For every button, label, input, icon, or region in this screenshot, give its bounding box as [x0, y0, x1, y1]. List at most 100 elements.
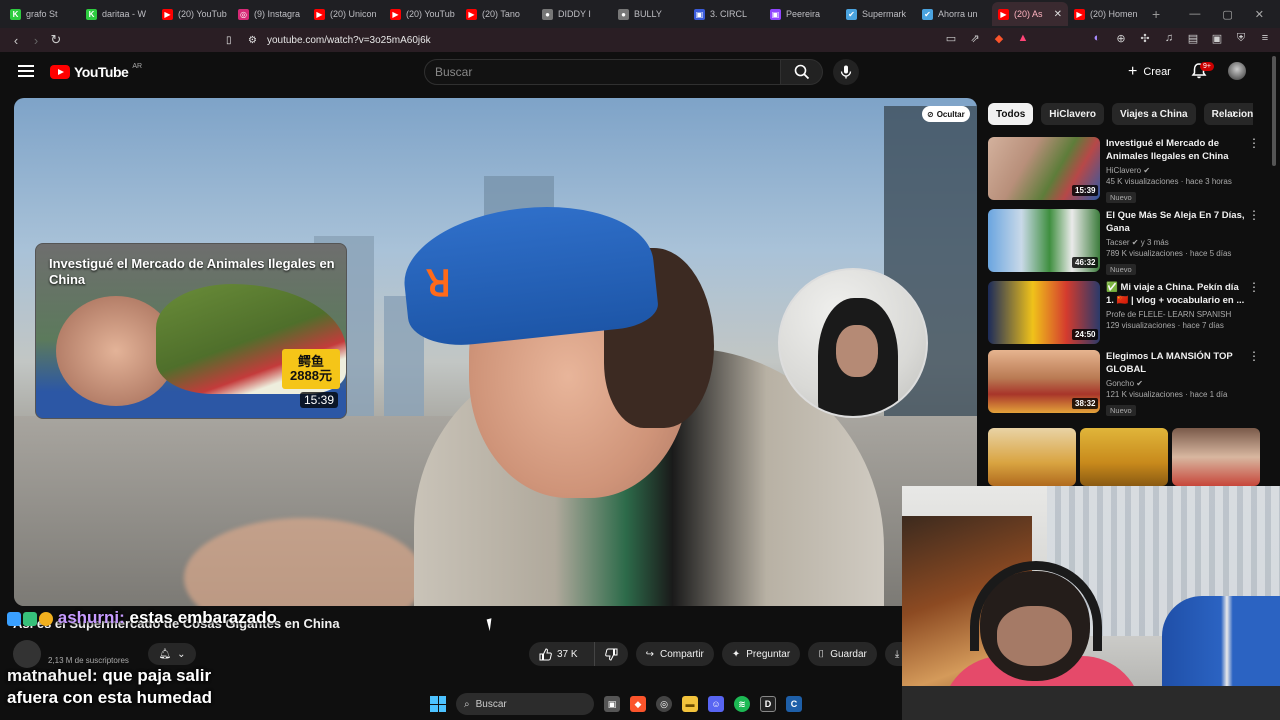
new-tab-button[interactable]: + [1144, 6, 1168, 22]
video-title[interactable]: Elegimos LA MANSIÓN TOP GLOBAL [1106, 350, 1246, 376]
taskbar-search[interactable]: ⌕ Buscar [456, 693, 594, 715]
extension-icon[interactable]: ⊕ [1114, 32, 1128, 45]
browser-tab[interactable]: ▶ (20) As ✕ [992, 2, 1068, 26]
share-page-icon[interactable]: ⇗ [968, 32, 982, 45]
tab-favicon-icon: ▶ [162, 8, 173, 20]
discord-icon[interactable]: ☺ [708, 696, 724, 712]
bookmark-icon[interactable]: ▯ [226, 35, 232, 46]
thumbs-up-icon [539, 647, 552, 660]
forward-icon[interactable]: › [26, 33, 46, 48]
recommended-video[interactable]: 38:32 Elegimos LA MANSIÓN TOP GLOBAL Gon… [988, 350, 1260, 416]
url-field[interactable]: ▯ ⚙ youtube.com/watch?v=3o25mA60j6k [226, 32, 431, 48]
dislike-button[interactable] [593, 642, 628, 666]
endscreen-video-card[interactable]: Investigué el Mercado de Animales Ilegal… [35, 243, 347, 419]
app-icon[interactable]: C [786, 696, 802, 712]
filter-chip[interactable]: HiClavero [1041, 103, 1104, 125]
close-tab-icon[interactable]: ✕ [1054, 9, 1062, 20]
endscreen-channel-circle[interactable] [778, 268, 928, 418]
menu-icon[interactable]: ≡ [1258, 32, 1272, 45]
recommended-video[interactable]: 46:32 El Que Más Se Aleja En 7 Días, Gan… [988, 209, 1260, 275]
create-button[interactable]: + Crear [1122, 61, 1177, 83]
browser-tab[interactable]: ▣ 3. CIRCL [688, 2, 764, 26]
video-title[interactable]: El Que Más Se Aleja En 7 Días, Gana [1106, 209, 1246, 235]
filter-chip[interactable]: Todos [988, 103, 1034, 125]
brave-shield-icon[interactable]: ◆ [992, 32, 1006, 45]
like-button[interactable]: 37 K [529, 642, 588, 666]
windows-start-icon[interactable] [430, 696, 446, 712]
more-options-icon[interactable]: ⋮ [1248, 350, 1260, 362]
browser-tab[interactable]: ▣ Peereira [764, 2, 840, 26]
endcard-duration: 15:39 [299, 392, 338, 408]
tab-label: daritaa - W [102, 9, 147, 19]
chrome-icon[interactable]: ◎ [656, 696, 672, 712]
share-button[interactable]: ↪ Compartir [635, 642, 714, 666]
subscription-bell-button[interactable]: 🔔︎ ⌄ [148, 643, 196, 665]
voice-search-button[interactable] [833, 59, 859, 85]
brave-icon[interactable]: ◆ [630, 696, 646, 712]
browser-tab[interactable]: Kgrafo St [4, 2, 80, 26]
ask-label: Preguntar [746, 648, 791, 660]
browser-tab[interactable]: ▶ (20) Homen [1068, 2, 1144, 26]
brave-rewards-icon[interactable]: ▲ [1016, 32, 1030, 45]
extension-icon[interactable]: ◐ [1090, 32, 1104, 45]
channel-name[interactable]: Goncho ✔ [1106, 378, 1246, 389]
search-button[interactable] [781, 59, 823, 85]
browser-tab[interactable]: ✔ Ahorra un [916, 2, 992, 26]
video-title[interactable]: Investigué el Mercado de Animales Ilegal… [1106, 137, 1246, 163]
shorts-row [988, 428, 1260, 486]
more-options-icon[interactable]: ⋮ [1248, 209, 1260, 221]
save-button[interactable]: ⌷ Guardar [808, 642, 877, 666]
scrollbar-thumb[interactable] [1272, 56, 1276, 166]
account-avatar[interactable] [1228, 62, 1246, 80]
browser-tab[interactable]: ◎ (9) Instagra [232, 2, 308, 26]
chat-message: matnahuel: que paja salir afuera con est… [7, 665, 237, 709]
youtube-logo[interactable]: YouTube AR [50, 63, 142, 80]
video-info: El Que Más Se Aleja En 7 Días, Gana Tacs… [1106, 209, 1246, 277]
browser-tab[interactable]: ▶ (20) YouTub [156, 2, 232, 26]
vpn-icon[interactable]: ⛨ [1234, 32, 1248, 45]
download-button[interactable]: ⤓ D [884, 642, 903, 666]
minimize-icon[interactable]: — [1189, 8, 1200, 21]
chevron-right-icon[interactable]: › [1232, 106, 1248, 122]
wallet-icon[interactable]: ▣ [1210, 32, 1224, 45]
new-badge: Nuevo [1106, 405, 1136, 416]
channel-name[interactable]: Tacser ✔ y 3 más [1106, 237, 1246, 248]
browser-tab[interactable]: ✔ Supermark [840, 2, 916, 26]
more-options-icon[interactable]: ⋮ [1248, 281, 1260, 293]
site-info-icon[interactable]: ⚙ [248, 35, 257, 46]
back-icon[interactable]: ‹ [6, 33, 26, 48]
sidebar-icon[interactable]: ▤ [1186, 32, 1200, 45]
recommended-video[interactable]: 15:39 Investigué el Mercado de Animales … [988, 137, 1260, 203]
filter-chip[interactable]: Viajes a China [1111, 103, 1196, 125]
app-icon[interactable]: D [760, 696, 776, 712]
puzzle-icon[interactable]: ✣ [1138, 32, 1152, 45]
channel-name[interactable]: Profe de FLELE- LEARN SPANISH [1106, 309, 1246, 320]
menu-icon[interactable] [18, 65, 34, 77]
browser-tab[interactable]: ▶ (20) Unicon [308, 2, 384, 26]
short-thumbnail[interactable] [1172, 428, 1260, 486]
search-input[interactable]: Buscar [424, 59, 781, 85]
channel-name[interactable]: HiClavero ✔ [1106, 165, 1246, 176]
music-icon[interactable]: ♫ [1162, 32, 1176, 45]
recommended-video[interactable]: 24:50 ✅ Mi viaje a China. Pekín día 1. 🇨… [988, 281, 1260, 345]
file-explorer-icon[interactable]: ▬ [682, 696, 698, 712]
browser-tab[interactable]: ● BULLY [612, 2, 688, 26]
short-thumbnail[interactable] [988, 428, 1076, 486]
ask-button[interactable]: ✦ Preguntar [721, 642, 801, 666]
video-title[interactable]: ✅ Mi viaje a China. Pekín día 1. 🇨🇳 | vl… [1106, 281, 1246, 307]
browser-tab[interactable]: ● DIDDY I [536, 2, 612, 26]
hide-endcards-button[interactable]: ⊘ Ocultar [922, 106, 970, 122]
more-options-icon[interactable]: ⋮ [1248, 137, 1260, 149]
browser-tab[interactable]: ▶ (20) YouTub [384, 2, 460, 26]
maximize-icon[interactable]: ▢ [1222, 8, 1232, 21]
screen-icon[interactable]: ▭ [944, 32, 958, 45]
close-window-icon[interactable]: ✕ [1255, 8, 1264, 21]
browser-tab[interactable]: Kdaritaa - W [80, 2, 156, 26]
channel-avatar[interactable] [13, 640, 41, 668]
short-thumbnail[interactable] [1080, 428, 1168, 486]
browser-tab[interactable]: ▶ (20) Tano [460, 2, 536, 26]
video-actions: 37 K ↪ Compartir ✦ Preguntar ⌷ Guardar ⤓… [529, 640, 903, 670]
reload-icon[interactable]: ↻ [46, 32, 66, 48]
spotify-icon[interactable]: ≋ [734, 696, 750, 712]
task-view-icon[interactable]: ▣ [604, 696, 620, 712]
